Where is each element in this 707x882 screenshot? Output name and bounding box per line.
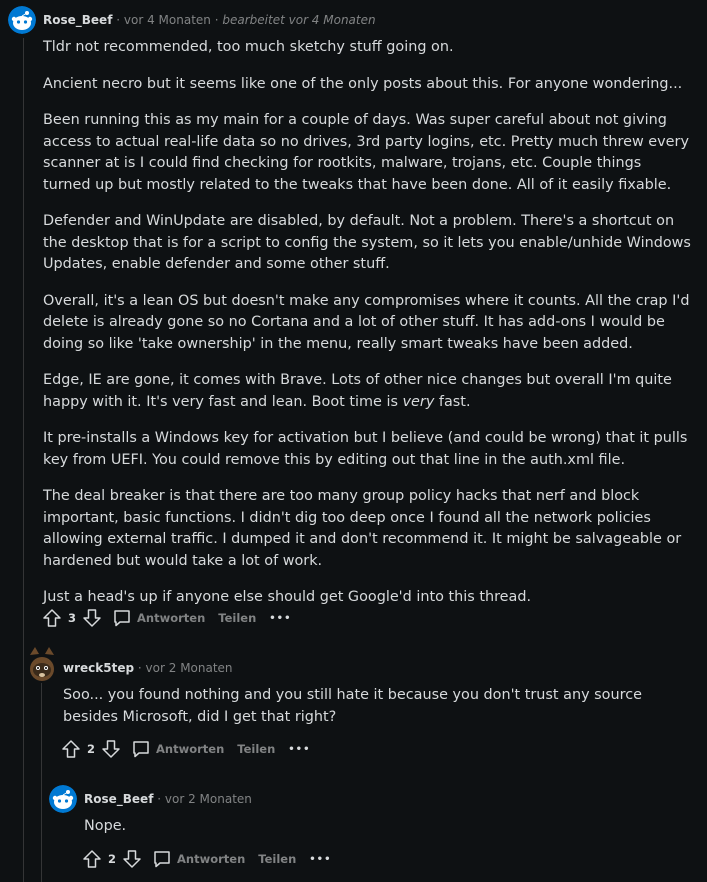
- comment-meta: Rose_Beef · vor 4 Monaten · bearbeitet v…: [43, 13, 376, 27]
- username[interactable]: wreck5tep: [63, 661, 134, 675]
- vote-score: 2: [108, 852, 117, 866]
- username[interactable]: Rose_Beef: [84, 792, 153, 806]
- paragraph: It pre-installs a Windows key for activa…: [43, 430, 688, 468]
- paragraph: Defender and WinUpdate are disabled, by …: [43, 213, 691, 272]
- timestamp[interactable]: vor 2 Monaten: [165, 792, 252, 806]
- username[interactable]: Rose_Beef: [43, 13, 112, 27]
- more-icon[interactable]: •••: [269, 613, 291, 624]
- timestamp[interactable]: vor 4 Monaten: [124, 13, 211, 27]
- thread-line-reply[interactable]: [41, 683, 42, 882]
- meta-sep: ·: [116, 13, 121, 27]
- emphasis: very: [402, 393, 435, 410]
- comment-actions: 2 Antworten Teilen •••: [82, 849, 331, 869]
- comment-actions: 2 Antworten Teilen •••: [61, 739, 310, 759]
- downvote-icon[interactable]: [82, 608, 102, 628]
- paragraph: Soo... you found nothing and you still h…: [63, 687, 642, 725]
- paragraph: Edge, IE are gone, it comes with Brave. …: [43, 370, 691, 413]
- comment-icon[interactable]: [131, 739, 151, 759]
- paragraph: Been running this as my main for a coupl…: [43, 112, 689, 193]
- more-icon[interactable]: •••: [288, 744, 310, 755]
- comment-icon[interactable]: [152, 849, 172, 869]
- edited-label: bearbeitet vor 4 Monaten: [222, 13, 376, 27]
- upvote-icon[interactable]: [61, 739, 81, 759]
- paragraph-tail: fast.: [434, 393, 471, 410]
- meta-sep: ·: [214, 13, 219, 27]
- downvote-icon[interactable]: [101, 739, 121, 759]
- paragraph: The deal breaker is that there are too m…: [43, 488, 682, 569]
- snoo-avatar[interactable]: [49, 785, 77, 813]
- paragraph: Overall, it's a lean OS but doesn't make…: [43, 292, 690, 352]
- paragraph: Nope.: [84, 818, 127, 834]
- comment-icon[interactable]: [112, 608, 132, 628]
- upvote-icon[interactable]: [82, 849, 102, 869]
- paragraph: Tldr not recommended, too much sketchy s…: [43, 39, 454, 55]
- snoo-avatar[interactable]: [8, 6, 36, 34]
- share-button[interactable]: Teilen: [218, 611, 256, 625]
- thread-line-root[interactable]: [23, 38, 24, 882]
- downvote-icon[interactable]: [122, 849, 142, 869]
- upvote-icon[interactable]: [42, 608, 62, 628]
- meta-sep: ·: [137, 661, 142, 675]
- reply-button[interactable]: Antworten: [156, 742, 224, 756]
- comment-actions: 3 Antworten Teilen •••: [42, 608, 291, 628]
- timestamp[interactable]: vor 2 Monaten: [146, 661, 233, 675]
- comment-body: Soo... you found nothing and you still h…: [63, 685, 691, 743]
- paragraph-text: Edge, IE are gone, it comes with Brave. …: [43, 372, 672, 410]
- paragraph: Ancient necro but it seems like one of t…: [43, 75, 683, 92]
- comment-body: Nope.: [84, 816, 684, 853]
- comment-meta: wreck5tep · vor 2 Monaten: [63, 661, 233, 675]
- reply-button[interactable]: Antworten: [177, 852, 245, 866]
- paragraph: Just a head's up if anyone else should g…: [43, 589, 532, 605]
- reply-button[interactable]: Antworten: [137, 611, 205, 625]
- vote-score: 2: [87, 742, 96, 756]
- vote-score: 3: [68, 611, 77, 625]
- share-button[interactable]: Teilen: [237, 742, 275, 756]
- share-button[interactable]: Teilen: [258, 852, 296, 866]
- more-icon[interactable]: •••: [309, 854, 331, 865]
- raccoon-avatar[interactable]: [27, 645, 57, 683]
- comment-body: Tldr not recommended, too much sketchy s…: [43, 37, 691, 624]
- comment-meta: Rose_Beef · vor 2 Monaten: [84, 792, 252, 806]
- meta-sep: ·: [157, 792, 162, 806]
